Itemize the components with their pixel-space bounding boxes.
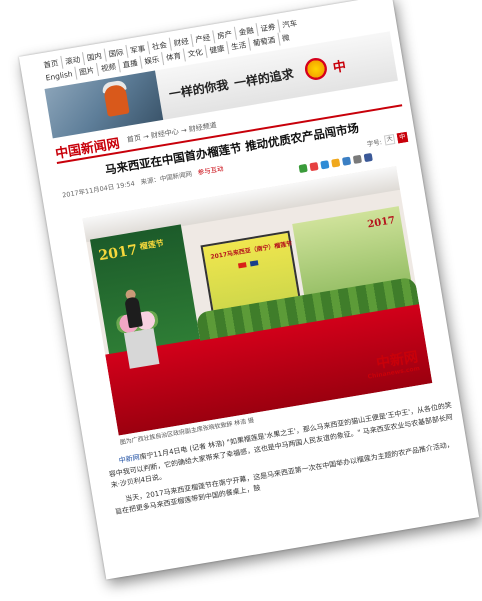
- article-page: 首页 滚动 国内 国际 军事 社会 财经 产经 房产 金融 证券 汽车 Engl…: [18, 0, 480, 580]
- nav-item-life[interactable]: 生活: [227, 37, 252, 55]
- share-wechat-icon[interactable]: [298, 163, 308, 174]
- interact-link[interactable]: 参与互动: [197, 163, 224, 177]
- font-size-label: 字号:: [366, 138, 383, 149]
- petrochina-logo-icon: [303, 56, 329, 82]
- nav-item-culture[interactable]: 文化: [183, 44, 208, 62]
- banner-slogan-1: 一样的你我: [167, 77, 230, 101]
- china-flag-icon: [237, 262, 247, 269]
- share-more-icon[interactable]: [352, 154, 363, 164]
- screen-title: 2017马来西亚（南宁）榴莲节: [210, 240, 293, 261]
- nav-item-video[interactable]: 视频: [97, 59, 121, 76]
- nav-item-photos[interactable]: 图片: [75, 63, 100, 80]
- share-qq-icon[interactable]: [320, 160, 330, 170]
- source-link[interactable]: 中新网: [118, 453, 140, 464]
- share-weibo-icon[interactable]: [309, 162, 319, 172]
- share-facebook-icon[interactable]: [363, 152, 373, 163]
- share-qzone-icon[interactable]: [331, 158, 341, 168]
- banner-brand: 中: [331, 58, 348, 76]
- font-size-large-button[interactable]: 大: [383, 134, 396, 146]
- nav-item-sports[interactable]: 体育: [162, 48, 186, 65]
- malaysia-flag-icon: [249, 260, 259, 267]
- nav-item-wei[interactable]: 微: [278, 30, 293, 45]
- left-board-title: 榴莲节: [139, 238, 165, 252]
- font-size-medium-button[interactable]: 中: [396, 131, 409, 144]
- font-size-control: 字号: 大 中: [366, 131, 409, 149]
- nav-item-live[interactable]: 直播: [118, 55, 143, 73]
- breadcrumb[interactable]: 首页 → 财经中心 → 财经频道: [126, 120, 217, 145]
- left-board-year: 2017: [97, 242, 139, 265]
- right-board-year: 2017: [366, 215, 396, 231]
- nav-item-entertainment[interactable]: 娱乐: [140, 52, 165, 69]
- banner-slogan-2: 一样的追求: [233, 66, 295, 91]
- nav-item-health[interactable]: 健康: [205, 41, 230, 58]
- share-renren-icon[interactable]: [341, 156, 352, 166]
